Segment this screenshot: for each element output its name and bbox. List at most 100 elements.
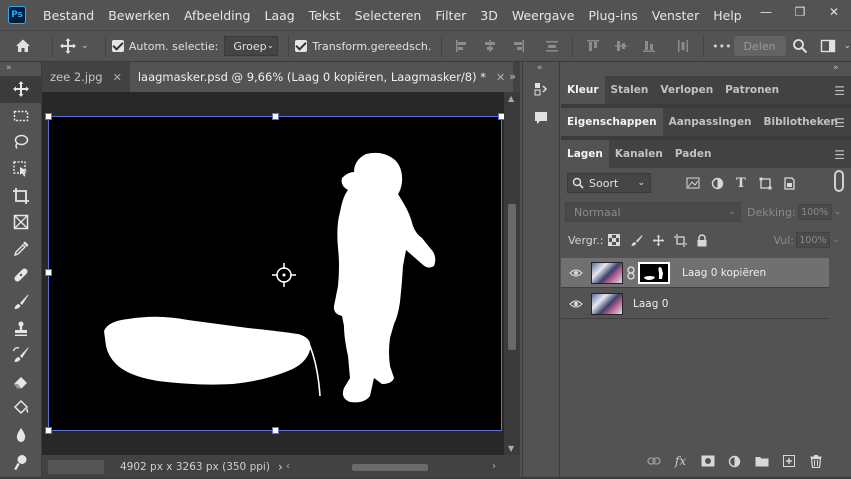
- visibility-toggle[interactable]: [561, 299, 591, 309]
- scroll-up-icon[interactable]: ▲: [508, 94, 514, 103]
- layer-row-laag0[interactable]: Laag 0: [561, 289, 829, 319]
- dock-collapse[interactable]: «: [523, 62, 559, 76]
- tab-laagmasker[interactable]: laagmasker.psd @ 9,66% (Laag 0 kopiëren,…: [129, 62, 514, 92]
- scroll-right-icon[interactable]: ›: [492, 461, 496, 472]
- align-right-button[interactable]: [504, 30, 532, 62]
- canvas-area[interactable]: [42, 92, 504, 455]
- share-button[interactable]: Delen: [733, 36, 786, 56]
- tab-lagen[interactable]: Lagen: [561, 140, 609, 168]
- lock-pixels-button[interactable]: [625, 230, 647, 250]
- home-button[interactable]: [0, 30, 46, 62]
- bucket-tool[interactable]: [0, 395, 42, 422]
- menu-bewerken[interactable]: Bewerken: [101, 8, 177, 23]
- close-button[interactable]: ✕: [817, 0, 851, 24]
- visibility-toggle[interactable]: [561, 268, 591, 278]
- align-top-button[interactable]: [579, 30, 607, 62]
- tab-patronen[interactable]: Patronen: [719, 76, 785, 104]
- new-group-button[interactable]: [748, 456, 775, 467]
- filter-adjustment-button[interactable]: [705, 173, 729, 193]
- panels-collapse[interactable]: »: [561, 62, 851, 76]
- filter-shape-button[interactable]: [753, 173, 777, 193]
- chain-link-icon[interactable]: [626, 265, 636, 280]
- eraser-tool[interactable]: [0, 369, 42, 396]
- distribute-button[interactable]: [538, 30, 566, 62]
- layer-row-laag0-kopieren[interactable]: Laag 0 kopiëren: [561, 258, 829, 288]
- blend-mode-dropdown[interactable]: Normaal ⌄: [565, 202, 741, 222]
- vertical-scrollbar[interactable]: ▲ ▼: [504, 92, 520, 455]
- filter-smart-object-button[interactable]: [777, 173, 801, 193]
- tool-panel-collapse[interactable]: »: [0, 62, 41, 76]
- adjustment-layer-button[interactable]: [721, 455, 748, 468]
- auto-select-target-dropdown[interactable]: Groep ⌄: [224, 36, 279, 56]
- tab-zee2[interactable]: zee 2.jpg ✕: [42, 62, 130, 92]
- menu-bestand[interactable]: Bestand: [36, 8, 101, 23]
- menu-selecteren[interactable]: Selecteren: [348, 8, 429, 23]
- menu-3d[interactable]: 3D: [473, 8, 505, 23]
- menu-tekst[interactable]: Tekst: [302, 8, 348, 23]
- transform-handle-middle-left[interactable]: [45, 269, 52, 276]
- menu-help[interactable]: Help: [706, 8, 749, 23]
- align-left-button[interactable]: [448, 30, 476, 62]
- layer-mask-thumbnail[interactable]: [638, 261, 670, 284]
- history-brush-tool[interactable]: [0, 342, 42, 369]
- layer-kind-filter[interactable]: Soort ⌄: [567, 173, 651, 193]
- filter-type-button[interactable]: T: [729, 173, 753, 193]
- transform-handle-top-left[interactable]: [45, 113, 52, 120]
- horizontal-scroll-thumb[interactable]: [352, 464, 428, 471]
- status-menu-arrow[interactable]: ›: [278, 460, 283, 474]
- tab-eigenschappen[interactable]: Eigenschappen: [561, 108, 663, 136]
- horizontal-scrollbar[interactable]: ‹ ›: [286, 461, 496, 473]
- layer-thumbnail[interactable]: [591, 292, 623, 315]
- transform-handle-bottom-center[interactable]: [272, 427, 279, 434]
- history-panel-button[interactable]: [523, 76, 559, 104]
- scroll-left-icon[interactable]: ‹: [286, 461, 290, 472]
- tabs-overflow-button[interactable]: »: [509, 70, 516, 83]
- lock-transparent-button[interactable]: [603, 230, 625, 250]
- frame-tool[interactable]: [0, 209, 42, 236]
- link-layers-button[interactable]: [640, 457, 667, 465]
- close-tab-icon[interactable]: ✕: [496, 71, 505, 84]
- tab-verlopen[interactable]: Verlopen: [654, 76, 719, 104]
- fill-field[interactable]: 100%: [795, 232, 830, 248]
- object-select-tool[interactable]: [0, 156, 42, 183]
- comments-panel-button[interactable]: [523, 104, 559, 132]
- auto-select-checkbox[interactable]: Autom. selectie:: [111, 40, 218, 53]
- stamp-tool[interactable]: [0, 315, 42, 342]
- align-bottom-button[interactable]: [635, 30, 663, 62]
- panel-scroll-thumb[interactable]: [834, 170, 844, 192]
- transform-handle-bottom-left[interactable]: [45, 427, 52, 434]
- add-mask-button[interactable]: [694, 455, 721, 467]
- more-options-button[interactable]: •••: [712, 40, 731, 53]
- chevron-down-icon[interactable]: ⌄: [843, 41, 851, 51]
- layer-style-button[interactable]: fx: [667, 454, 694, 468]
- close-tab-icon[interactable]: ✕: [113, 71, 122, 84]
- search-button[interactable]: [786, 30, 814, 62]
- delete-layer-button[interactable]: [802, 454, 829, 468]
- reference-point-crosshair-icon[interactable]: [271, 262, 297, 288]
- tab-paden[interactable]: Paden: [669, 140, 718, 168]
- scroll-down-icon[interactable]: ▼: [508, 444, 514, 453]
- tab-kleur[interactable]: Kleur: [561, 76, 605, 104]
- menu-afbeelding[interactable]: Afbeelding: [177, 8, 258, 23]
- menu-filter[interactable]: Filter: [428, 8, 473, 23]
- lock-position-button[interactable]: [647, 230, 669, 250]
- eyedropper-tool[interactable]: [0, 236, 42, 263]
- opacity-field[interactable]: 100%: [797, 204, 832, 220]
- align-center-h-button[interactable]: [476, 30, 504, 62]
- lock-artboard-button[interactable]: [669, 230, 691, 250]
- distribute-h-button[interactable]: [669, 30, 697, 62]
- panel-scrollbar[interactable]: [829, 62, 851, 479]
- filter-pixel-button[interactable]: [681, 173, 705, 193]
- tab-kanalen[interactable]: Kanalen: [609, 140, 669, 168]
- layer-thumbnail[interactable]: [591, 261, 623, 284]
- tab-aanpassingen[interactable]: Aanpassingen: [663, 108, 758, 136]
- brush-tool[interactable]: [0, 289, 42, 316]
- vertical-scroll-thumb[interactable]: [508, 204, 516, 350]
- dodge-tool[interactable]: [0, 448, 42, 475]
- menu-laag[interactable]: Laag: [258, 8, 302, 23]
- transform-handle-top-center[interactable]: [272, 113, 279, 120]
- menu-plugins[interactable]: Plug-ins: [581, 8, 644, 23]
- lock-all-button[interactable]: [691, 230, 713, 250]
- move-tool[interactable]: [0, 76, 42, 103]
- workspace-button[interactable]: [814, 30, 842, 62]
